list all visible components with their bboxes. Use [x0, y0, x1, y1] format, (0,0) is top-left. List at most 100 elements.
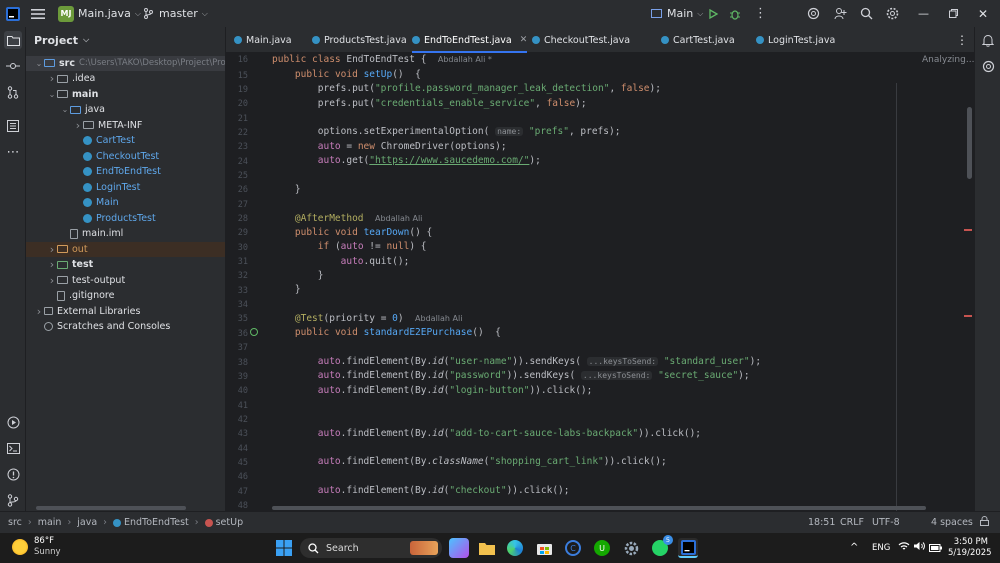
tree-item[interactable]: ⌄ main	[26, 87, 225, 103]
volume-icon[interactable]	[913, 541, 925, 554]
tree-item[interactable]: › test	[26, 257, 225, 273]
close-tab-icon[interactable]: ✕	[520, 35, 528, 45]
tree-item[interactable]: main.iml	[26, 226, 225, 242]
maximize-icon[interactable]	[949, 0, 958, 27]
app-c-icon[interactable]: C	[563, 538, 583, 558]
chevron-right-icon[interactable]: ›	[47, 72, 57, 85]
terminal-icon[interactable]	[4, 439, 22, 457]
tree-item[interactable]: ⌄ src C:\Users\TAKO\Desktop\Project\Pro	[26, 55, 225, 71]
project-switcher[interactable]: MJ Main.java ⌵	[58, 0, 141, 27]
caret-position[interactable]: 18:51	[808, 517, 835, 528]
project-panel-header[interactable]: Project ⌵	[26, 27, 225, 53]
more-actions-icon[interactable]: ⋮	[754, 0, 767, 27]
chevron-down-icon[interactable]: ⌄	[47, 90, 57, 99]
taskbar-search[interactable]: Search	[300, 538, 442, 558]
tree-item[interactable]: LoginTest	[26, 180, 225, 196]
breadcrumb-item[interactable]: java	[77, 517, 97, 528]
tree-item[interactable]: › test-output	[26, 273, 225, 289]
breadcrumb-item[interactable]: setUp	[216, 517, 244, 528]
vertical-scrollbar[interactable]	[967, 107, 972, 179]
tree-item[interactable]: › META-INF	[26, 118, 225, 134]
code-editor[interactable]: 16 public class EndToEndTest { Abdallah …	[226, 53, 974, 511]
notifications-bell-icon[interactable]	[979, 31, 997, 49]
pull-requests-icon[interactable]	[4, 83, 22, 101]
chevron-right-icon[interactable]: ›	[47, 243, 57, 256]
tree-item[interactable]: ProductsTest	[26, 211, 225, 227]
tree-item[interactable]: Main	[26, 195, 225, 211]
file-explorer-icon[interactable]	[477, 538, 497, 558]
chevron-right-icon[interactable]: ›	[47, 274, 57, 287]
chevron-down-icon[interactable]: ⌄	[34, 59, 44, 68]
tree-item[interactable]: CheckoutTest	[26, 149, 225, 165]
breadcrumb-item[interactable]: src	[8, 517, 22, 528]
project-panel-title: Project	[34, 33, 79, 47]
store-icon[interactable]	[534, 538, 554, 558]
tree-item[interactable]: › out	[26, 241, 225, 257]
git-icon[interactable]	[4, 491, 22, 509]
run-test-gutter-icon[interactable]	[250, 328, 258, 337]
line-separator[interactable]: CRLF	[840, 517, 864, 528]
minimize-icon[interactable]: —	[918, 0, 929, 27]
copilot-icon[interactable]	[449, 538, 469, 558]
app-upwork-icon[interactable]: U	[592, 538, 612, 558]
tab-products-test[interactable]: ProductsTest.java	[312, 27, 407, 53]
ai-chat-icon[interactable]	[979, 57, 997, 75]
tab-options-icon[interactable]: ⋮	[956, 27, 968, 53]
add-user-icon[interactable]	[834, 0, 847, 27]
problems-icon[interactable]	[4, 465, 22, 483]
horizontal-scrollbar[interactable]	[36, 506, 186, 510]
tab-main-java[interactable]: Main.java	[234, 27, 292, 53]
chevron-right-icon[interactable]: ›	[34, 305, 44, 318]
chevron-down-icon[interactable]: ⌄	[60, 105, 70, 114]
tab-checkout-test[interactable]: CheckoutTest.java	[532, 27, 630, 53]
tree-item-label: META-INF	[98, 119, 143, 131]
run-config-name: Main	[667, 7, 694, 20]
input-language[interactable]: ENG	[872, 543, 890, 553]
windows-start-icon[interactable]	[274, 538, 294, 558]
ai-assistant-icon[interactable]	[807, 0, 820, 27]
commit-icon[interactable]	[4, 57, 22, 75]
lock-icon[interactable]	[980, 516, 989, 529]
services-icon[interactable]	[4, 413, 22, 431]
intellij-taskbar-icon[interactable]	[678, 538, 698, 558]
file-encoding[interactable]: UTF-8	[872, 517, 900, 528]
project-folder-icon[interactable]	[4, 31, 22, 49]
settings-gear-icon[interactable]	[886, 0, 899, 27]
chevron-right-icon[interactable]: ›	[73, 119, 83, 132]
editor-hscrollbar[interactable]	[272, 506, 926, 510]
battery-icon[interactable]	[929, 542, 942, 555]
right-margin-guide	[896, 83, 897, 511]
clock[interactable]: 3:50 PM 5/19/2025	[948, 537, 992, 559]
tab-login-test[interactable]: LoginTest.java	[756, 27, 835, 53]
close-window-icon[interactable]: ✕	[978, 0, 988, 27]
run-config-selector[interactable]: Main ⌵	[651, 0, 703, 27]
tree-item[interactable]: Scratches and Consoles	[26, 319, 225, 335]
indent-setting[interactable]: 4 spaces	[931, 517, 973, 528]
tree-item[interactable]: › External Libraries	[26, 304, 225, 320]
edge-browser-icon[interactable]	[505, 538, 525, 558]
weather-widget[interactable]: 86°F Sunny	[12, 536, 61, 558]
whatsapp-icon[interactable]: 5	[650, 535, 673, 558]
tree-item[interactable]: › .idea	[26, 71, 225, 87]
structure-icon[interactable]	[4, 117, 22, 135]
chevron-right-icon[interactable]: ›	[47, 258, 57, 271]
breadcrumb-item[interactable]: EndToEndTest	[124, 517, 189, 528]
tree-item[interactable]: ⌄ java	[26, 102, 225, 118]
breadcrumb-item[interactable]: main	[38, 517, 62, 528]
tree-item[interactable]: CartTest	[26, 133, 225, 149]
tab-end-to-end-test[interactable]: EndToEndTest.java ✕	[412, 27, 528, 53]
wifi-icon[interactable]	[898, 541, 910, 554]
app-logo-icon[interactable]	[6, 0, 20, 27]
run-icon[interactable]	[707, 0, 719, 27]
tab-cart-test[interactable]: CartTest.java	[661, 27, 735, 53]
branch-switcher[interactable]: master ⌵	[143, 0, 208, 27]
code-line: auto.findElement(By.id("add-to-cart-sauc…	[317, 427, 702, 439]
main-menu-icon[interactable]	[31, 0, 45, 27]
tree-item[interactable]: EndToEndTest	[26, 164, 225, 180]
tree-item[interactable]: .gitignore	[26, 288, 225, 304]
settings-app-icon[interactable]	[621, 538, 641, 558]
search-icon[interactable]	[860, 0, 873, 27]
debug-icon[interactable]	[729, 0, 741, 27]
more-tools-icon[interactable]: ⋯	[4, 143, 22, 161]
tray-chevron-up-icon[interactable]: ^	[850, 542, 858, 553]
